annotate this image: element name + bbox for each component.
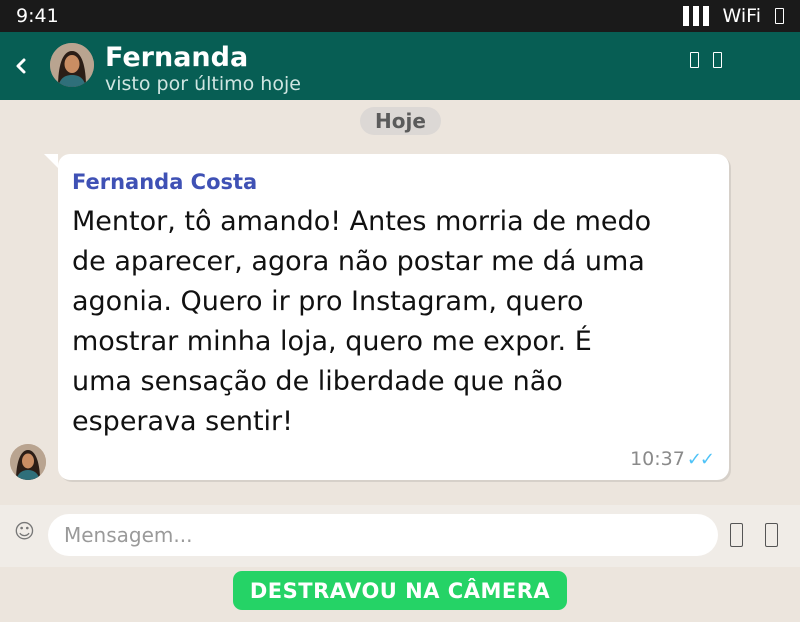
video-call-icon[interactable] (690, 52, 699, 68)
signal-icon (682, 6, 709, 26)
message-bubble[interactable]: Fernanda Costa Mentor, tô amando! Antes … (58, 154, 729, 480)
date-chip: Hoje (360, 107, 441, 135)
message-text: Mentor, tô amando! Antes morria de medo … (72, 206, 652, 437)
contact-name[interactable]: Fernanda (105, 42, 248, 73)
read-receipt-icon: ✓✓ (686, 448, 715, 470)
message-meta: 10:37 ✓✓ (630, 448, 715, 470)
battery-icon (775, 8, 784, 24)
sender-name: Fernanda Costa (72, 170, 258, 194)
chat-header: Fernanda visto por último hoje (0, 32, 800, 100)
status-bar: 9:41 WiFi (0, 0, 800, 32)
wifi-label: WiFi (722, 5, 761, 27)
composer-bar: ☺ (0, 505, 800, 567)
message-time: 10:37 (630, 448, 685, 470)
last-seen-status: visto por último hoje (105, 73, 301, 95)
cta-button[interactable]: DESTRAVOU NA CÂMERA (233, 571, 567, 610)
bubble-tail (44, 154, 58, 168)
header-actions (690, 52, 722, 68)
message-input[interactable] (48, 514, 718, 556)
emoji-icon[interactable]: ☺ (14, 519, 35, 543)
phone-call-icon[interactable] (713, 52, 722, 68)
camera-icon[interactable] (765, 523, 778, 547)
avatar[interactable] (50, 43, 94, 87)
sender-avatar[interactable] (10, 444, 46, 480)
chevron-left-icon[interactable] (12, 54, 30, 78)
status-time: 9:41 (16, 5, 59, 27)
attach-icon[interactable] (730, 523, 743, 547)
status-icons: WiFi (682, 5, 784, 27)
